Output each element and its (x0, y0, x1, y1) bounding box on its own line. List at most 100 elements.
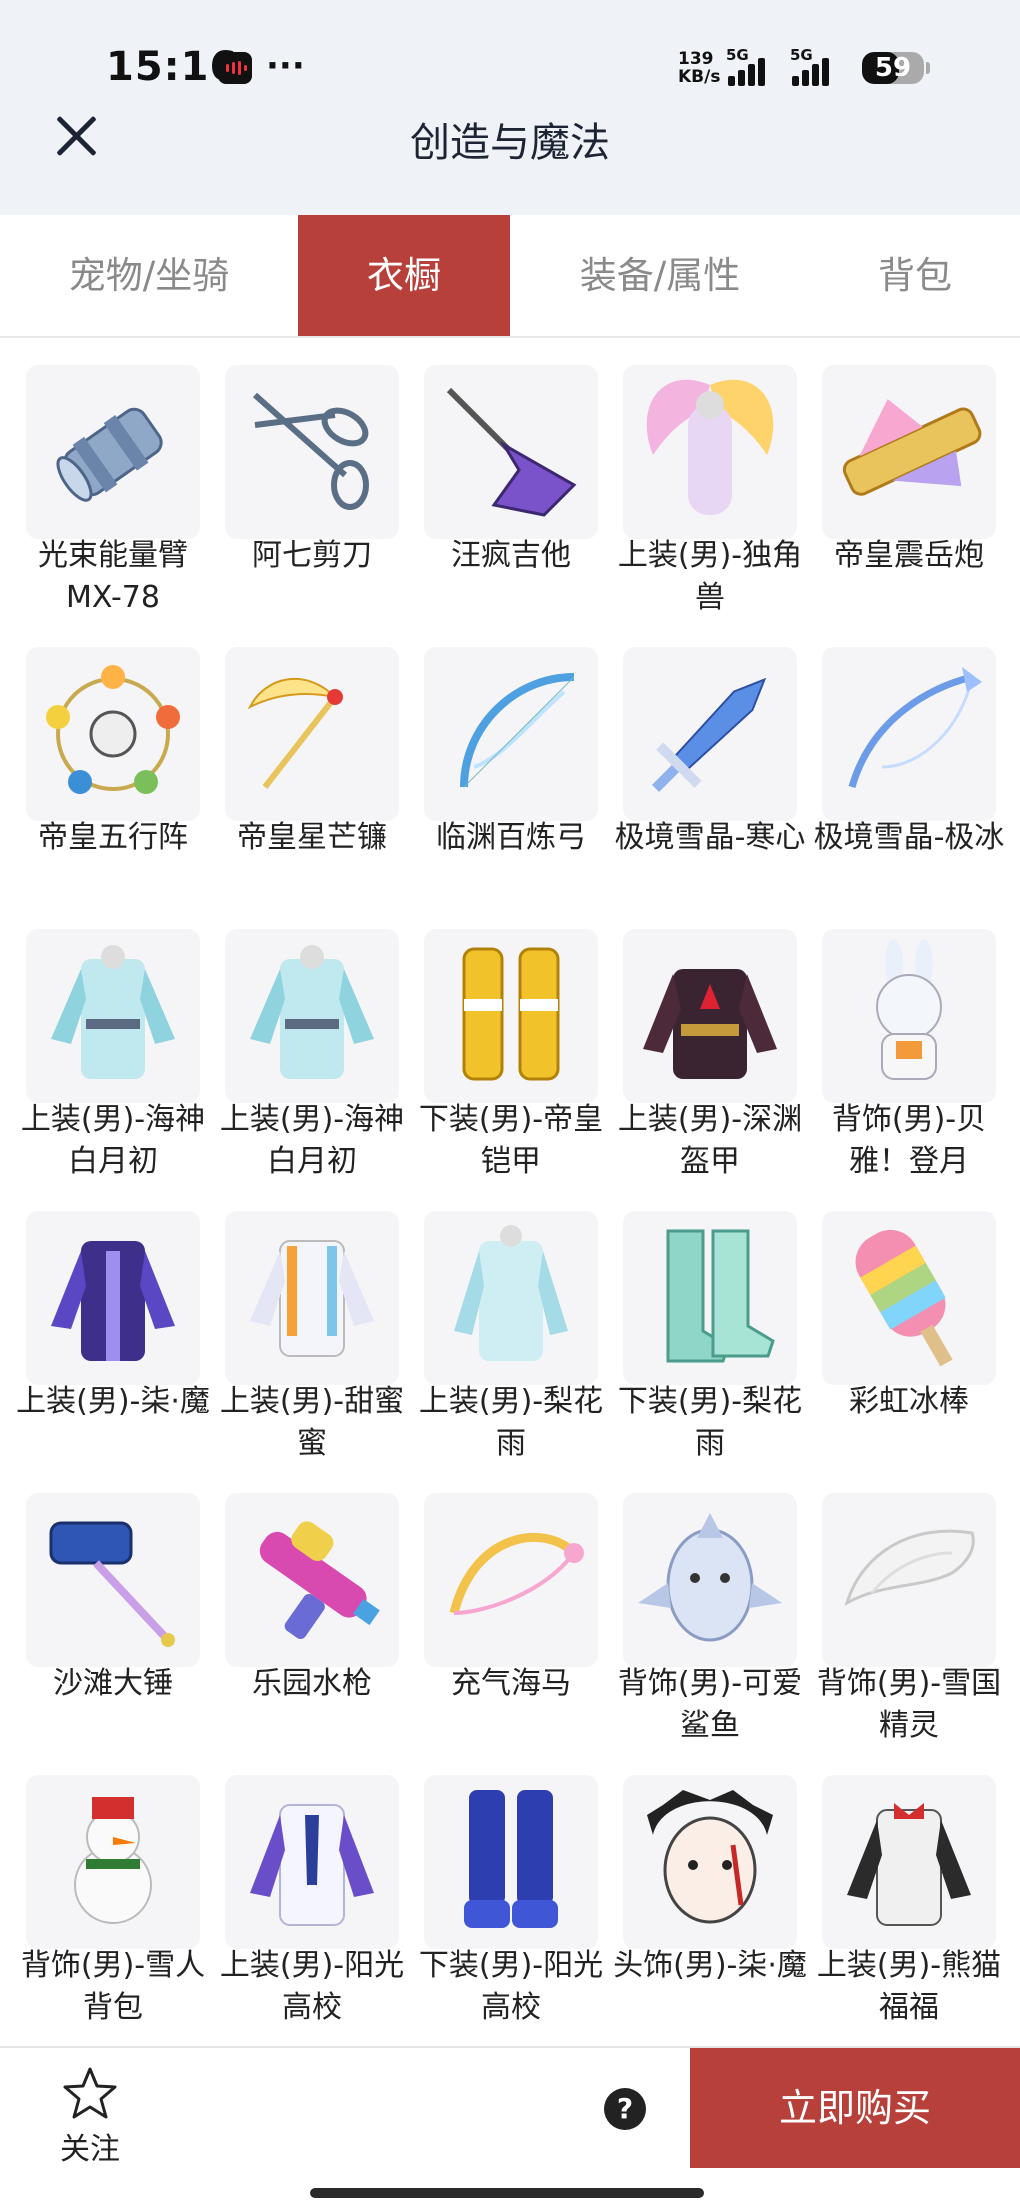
wardrobe-item[interactable]: 帝皇震岳炮 (822, 365, 996, 627)
wardrobe-item[interactable]: 下装(男)-阳光高校 (419, 1775, 603, 2037)
wardrobe-item[interactable]: 上装(男)-海神白月初 (21, 929, 205, 1191)
blue-pants-icon (424, 1775, 598, 1949)
wardrobe-item[interactable]: 头饰(男)-柒·魔 (613, 1775, 807, 2037)
wardrobe-item[interactable]: 下装(男)-梨花雨 (618, 1211, 802, 1473)
page-title: 创造与魔法 (410, 120, 610, 166)
follow-label: 关注 (60, 2132, 120, 2167)
light-robe-icon (424, 1211, 598, 1385)
wardrobe-item[interactable]: 帝皇星芒镰 (225, 647, 399, 909)
wardrobe-item[interactable]: 乐园水枪 (225, 1493, 399, 1755)
shark-icon (623, 1493, 797, 1667)
category-tabs: 宠物/坐骑 衣橱 装备/属性 背包 (0, 215, 1020, 338)
dark-armor-icon (623, 929, 797, 1103)
item-name: 乐园水枪 (252, 1666, 372, 1701)
network-type: 5G (726, 46, 749, 64)
wardrobe-item[interactable]: 上装(男)-柒·魔 (16, 1211, 210, 1473)
wardrobe-item[interactable]: 上装(男)-甜蜜蜜 (220, 1211, 404, 1473)
item-name: 上装(男)-阳光高校 (219, 1948, 405, 2025)
item-name: 阿七剪刀 (252, 538, 372, 573)
wardrobe-item[interactable]: 帝皇五行阵 (26, 647, 200, 909)
item-name: 背饰(男)-雪国精灵 (816, 1666, 1002, 1743)
home-indicator (310, 2188, 704, 2198)
tab-wardrobe[interactable]: 衣橱 (298, 215, 510, 336)
item-name: 头饰(男)-柒·魔 (613, 1948, 807, 1983)
ice-sword-icon (623, 647, 797, 821)
item-name: 上装(男)-深渊盔甲 (617, 1102, 803, 1179)
wardrobe-item[interactable]: 极境雪晶-寒心 (615, 647, 805, 909)
net-speed-value: 139 (678, 49, 714, 69)
panda-jacket-icon (822, 1775, 996, 1949)
wardrobe-item[interactable]: 上装(男)-海神白月初 (220, 929, 404, 1191)
item-name: 汪疯吉他 (451, 538, 571, 573)
item-name: 帝皇震岳炮 (834, 538, 984, 573)
item-name: 上装(男)-梨花雨 (418, 1384, 604, 1461)
ice-bow-icon (822, 647, 996, 821)
item-name: 帝皇五行阵 (38, 820, 188, 855)
battery-icon: 59 (862, 52, 924, 84)
tab-pets-mounts[interactable]: 宠物/坐骑 (0, 215, 298, 336)
wardrobe-item[interactable]: 汪疯吉他 (424, 365, 598, 627)
water-gun-icon (225, 1493, 399, 1667)
five-elements-ring-icon (26, 647, 200, 821)
wardrobe-item[interactable]: 上装(男)-熊猫福福 (817, 1775, 1001, 2037)
hammer-icon (26, 1493, 200, 1667)
item-name: 光束能量臂MX-78 (38, 538, 188, 615)
top-bar: 15:16 ··· 139 KB/s 5G 5G 59 创造与魔法 (0, 0, 1020, 215)
purple-coat-icon (26, 1211, 200, 1385)
unicorn-outfit-icon (623, 365, 797, 539)
item-name: 下装(男)-帝皇铠甲 (418, 1102, 604, 1179)
wardrobe-item[interactable]: 上装(男)-阳光高校 (220, 1775, 404, 2037)
item-name: 背饰(男)-可爱鲨鱼 (617, 1666, 803, 1743)
more-dots-icon: ··· (266, 46, 305, 86)
bow-icon (424, 647, 598, 821)
tab-equipment-attributes[interactable]: 装备/属性 (510, 215, 810, 336)
wardrobe-item[interactable]: 背饰(男)-贝雅！登月 (822, 929, 996, 1191)
robe-icon (26, 929, 200, 1103)
item-name: 帝皇星芒镰 (237, 820, 387, 855)
boots-icon (623, 1211, 797, 1385)
cannon-icon (822, 365, 996, 539)
status-bar: 15:16 ··· 139 KB/s 5G 5G 59 (0, 40, 1020, 100)
scissors-icon (225, 365, 399, 539)
gold-pants-icon (424, 929, 598, 1103)
item-name: 极境雪晶-极冰 (813, 820, 1005, 855)
school-uniform-icon (225, 1775, 399, 1949)
wardrobe-item[interactable]: 下装(男)-帝皇铠甲 (419, 929, 603, 1191)
wardrobe-item[interactable]: 彩虹冰棒 (822, 1211, 996, 1473)
wardrobe-item[interactable]: 阿七剪刀 (225, 365, 399, 627)
wardrobe-item[interactable]: 极境雪晶-极冰 (814, 647, 1004, 909)
help-icon[interactable]: ? (604, 2088, 646, 2130)
beam-arm-icon (26, 365, 200, 539)
bunny-astronaut-icon (822, 929, 996, 1103)
wardrobe-item[interactable]: 光束能量臂MX-78 (26, 365, 200, 627)
wardrobe-item[interactable]: 上装(男)-独角兽 (618, 365, 802, 627)
mask-icon (623, 1775, 797, 1949)
battery-level: 59 (874, 53, 912, 83)
wardrobe-item[interactable]: 临渊百炼弓 (424, 647, 598, 909)
wardrobe-item[interactable]: 充气海马 (424, 1493, 598, 1755)
wardrobe-item[interactable]: 背饰(男)-雪人背包 (21, 1775, 205, 2037)
wing-icon (822, 1493, 996, 1667)
item-name: 充气海马 (451, 1666, 571, 1701)
white-shirt-icon (225, 1211, 399, 1385)
tab-backpack[interactable]: 背包 (810, 215, 1020, 336)
wardrobe-item[interactable]: 背饰(男)-可爱鲨鱼 (618, 1493, 802, 1755)
wardrobe-item[interactable]: 上装(男)-梨花雨 (419, 1211, 603, 1473)
buy-now-button[interactable]: 立即购买 (690, 2048, 1020, 2168)
battery-tip (926, 62, 930, 74)
item-name: 上装(男)-独角兽 (617, 538, 803, 615)
item-name: 上装(男)-柒·魔 (16, 1384, 210, 1419)
item-name: 下装(男)-梨花雨 (617, 1384, 803, 1461)
wardrobe-item[interactable]: 沙滩大锤 (26, 1493, 200, 1755)
wardrobe-item[interactable]: 上装(男)-深渊盔甲 (618, 929, 802, 1191)
snowman-icon (26, 1775, 200, 1949)
follow-button[interactable]: 关注 (50, 2062, 130, 2167)
popsicle-icon (822, 1211, 996, 1385)
item-name: 上装(男)-海神白月初 (20, 1102, 206, 1179)
robe-icon (225, 929, 399, 1103)
wardrobe-item[interactable]: 背饰(男)-雪国精灵 (817, 1493, 1001, 1755)
item-name: 背饰(男)-贝雅！登月 (831, 1102, 987, 1179)
item-name: 上装(男)-海神白月初 (219, 1102, 405, 1179)
item-name: 下装(男)-阳光高校 (418, 1948, 604, 2025)
guitar-icon (424, 365, 598, 539)
